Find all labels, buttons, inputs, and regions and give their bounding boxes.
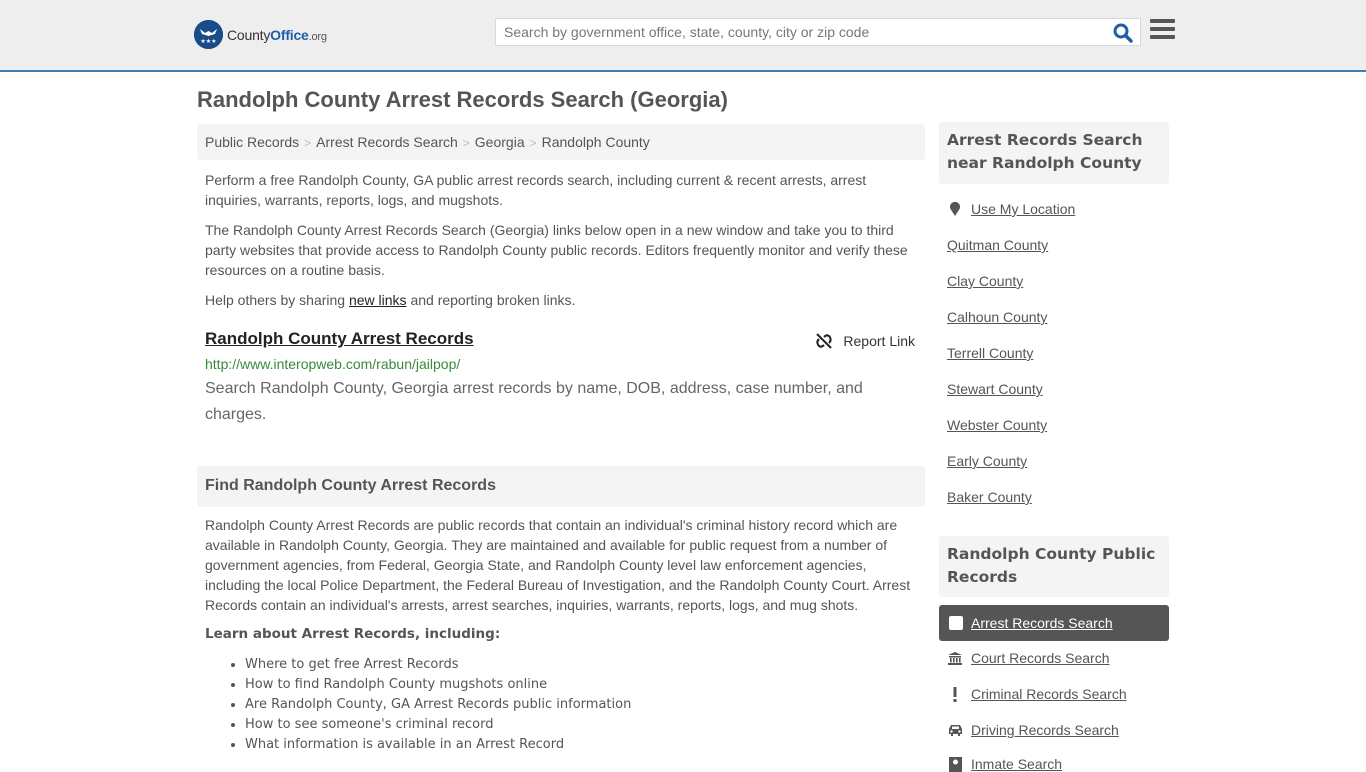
map-pin-icon <box>947 201 963 217</box>
nearby-county-link[interactable]: Webster County <box>947 417 1047 433</box>
car-icon <box>947 724 963 736</box>
search-icon[interactable] <box>1112 22 1134 44</box>
search-bar <box>495 18 1141 46</box>
breadcrumb-arrest-records-search[interactable]: Arrest Records Search <box>316 134 458 150</box>
intro-paragraph-3: Help others by sharing new links and rep… <box>205 292 576 308</box>
intro-text: Perform a free Randolph County, GA publi… <box>205 170 920 320</box>
find-records-heading: Find Randolph County Arrest Records <box>197 466 925 507</box>
record-link-item: Randolph County Arrest Records Report Li… <box>205 329 920 428</box>
learn-list: Where to get free Arrest Records How to … <box>245 655 631 755</box>
new-links-link[interactable]: new links <box>349 292 407 308</box>
site-header: ★★★ CountyOffice.org <box>0 0 1366 72</box>
sidebar-item-arrest-records[interactable]: Arrest Records Search <box>939 605 1169 641</box>
hamburger-menu-icon[interactable] <box>1150 19 1175 41</box>
sidebar-item-inmate-search[interactable]: Inmate Search <box>947 756 1062 772</box>
exclamation-icon <box>947 686 963 702</box>
record-link-description: Search Randolph County, Georgia arrest r… <box>205 380 863 423</box>
learn-item: Are Randolph County, GA Arrest Records p… <box>245 695 631 715</box>
find-records-body: Randolph County Arrest Records are publi… <box>205 517 911 613</box>
breadcrumb-georgia[interactable]: Georgia <box>475 134 525 150</box>
public-records-heading: Randolph County Public Records <box>939 536 1169 597</box>
nearby-county-link[interactable]: Calhoun County <box>947 309 1047 325</box>
learn-item: What information is available in an Arre… <box>245 735 631 755</box>
breadcrumb-public-records[interactable]: Public Records <box>205 134 299 150</box>
report-link-button[interactable]: Report Link <box>815 332 915 350</box>
inmate-icon <box>947 756 963 772</box>
learn-item: How to see someone's criminal record <box>245 715 631 735</box>
eagle-logo-icon: ★★★ <box>194 20 223 49</box>
nearby-county-link[interactable]: Terrell County <box>947 345 1033 361</box>
breadcrumb-separator: > <box>529 136 537 150</box>
broken-link-icon <box>816 333 833 349</box>
nearby-county-link[interactable]: Baker County <box>947 489 1032 505</box>
intro-paragraph-1: Perform a free Randolph County, GA publi… <box>205 172 867 208</box>
nearby-county-link[interactable]: Stewart County <box>947 381 1043 397</box>
record-link-title[interactable]: Randolph County Arrest Records <box>205 329 474 348</box>
breadcrumb: Public Records > Arrest Records Search > Geo… <box>197 124 925 160</box>
report-link-label: Report Link <box>843 333 915 349</box>
record-link-url: http://www.interopweb.com/rabun/jailpop/ <box>205 356 461 372</box>
search-input[interactable] <box>496 19 1096 45</box>
courthouse-icon <box>947 651 963 665</box>
nearby-county-link[interactable]: Early County <box>947 453 1027 469</box>
breadcrumb-separator: > <box>462 136 470 150</box>
use-my-location-link[interactable]: Use My Location <box>947 201 1075 217</box>
sidebar-item-label[interactable]: Arrest Records Search <box>971 615 1113 631</box>
svg-text:★★★: ★★★ <box>200 38 216 45</box>
learn-item: How to find Randolph County mugshots onl… <box>245 675 631 695</box>
nearby-heading: Arrest Records Search near Randolph Coun… <box>939 122 1169 184</box>
learn-heading: Learn about Arrest Records, including: <box>205 626 501 642</box>
site-logo[interactable]: ★★★ CountyOffice.org <box>194 20 327 49</box>
sidebar-item-driving-records[interactable]: Driving Records Search <box>947 722 1119 738</box>
sidebar-item-criminal-records[interactable]: Criminal Records Search <box>947 686 1127 702</box>
intro-paragraph-2: The Randolph County Arrest Records Searc… <box>205 222 908 278</box>
learn-item: Where to get free Arrest Records <box>245 655 631 675</box>
breadcrumb-separator: > <box>304 136 312 150</box>
logo-text: CountyOffice.org <box>227 26 327 43</box>
page-title: Randolph County Arrest Records Search (G… <box>197 87 728 112</box>
nearby-county-link[interactable]: Quitman County <box>947 237 1048 253</box>
square-icon <box>949 616 963 630</box>
breadcrumb-randolph-county[interactable]: Randolph County <box>542 134 650 150</box>
sidebar-item-court-records[interactable]: Court Records Search <box>947 650 1110 666</box>
nearby-county-link[interactable]: Clay County <box>947 273 1023 289</box>
